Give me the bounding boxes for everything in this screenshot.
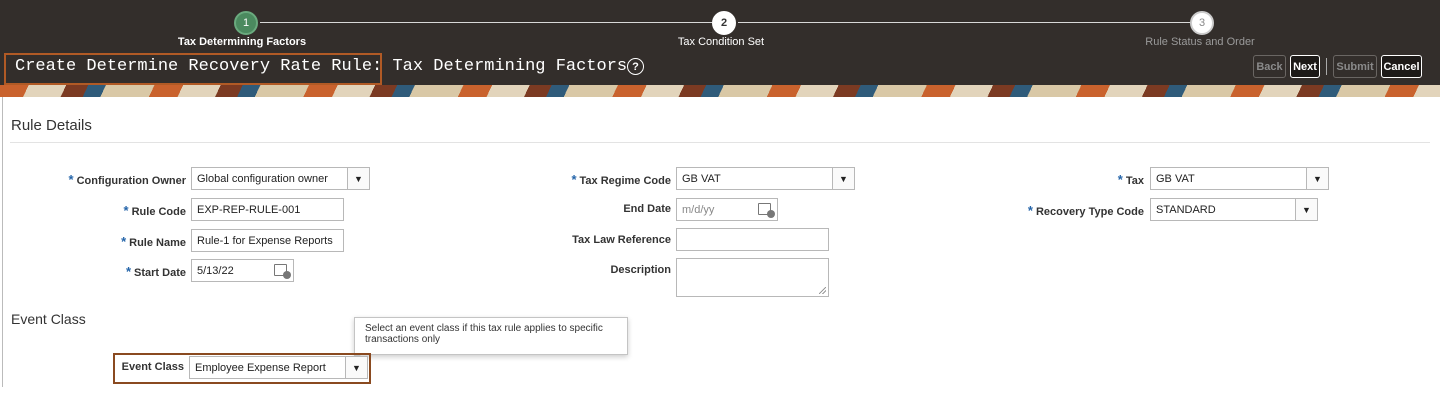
dropdown-arrow-icon[interactable]: ▼ <box>1295 199 1317 220</box>
configuration-owner-select[interactable]: Global configuration owner ▼ <box>191 167 370 190</box>
event-class-heading: Event Class <box>11 311 86 327</box>
page-title: Create Determine Recovery Rate Rule: Tax… <box>15 57 628 76</box>
section-divider <box>10 142 1430 143</box>
dropdown-arrow-icon[interactable]: ▼ <box>1306 168 1328 189</box>
rule-name-label: * Rule Name <box>121 234 186 249</box>
cancel-button[interactable]: Cancel <box>1381 55 1422 78</box>
recovery-type-code-select[interactable]: STANDARD ▼ <box>1150 198 1318 221</box>
train-step-3-label: Rule Status and Order <box>1145 36 1255 48</box>
description-textarea[interactable] <box>676 258 829 297</box>
decorative-banner <box>0 85 1440 97</box>
left-border <box>2 97 3 387</box>
tax-law-reference-input[interactable] <box>676 228 829 251</box>
rule-code-input[interactable]: EXP-REP-RULE-001 <box>191 198 344 221</box>
train-step-2-label: Tax Condition Set <box>677 36 765 48</box>
train-step-2[interactable]: 2 <box>712 11 736 35</box>
dropdown-arrow-icon[interactable]: ▼ <box>347 168 369 189</box>
start-date-label: * Start Date <box>125 264 186 279</box>
configuration-owner-label: * Configuration Owner <box>68 172 186 187</box>
tax-regime-code-label: * Tax Regime Code <box>571 172 671 187</box>
end-date-label: End Date <box>623 203 671 215</box>
recovery-type-code-label: * Recovery Type Code <box>1027 203 1144 218</box>
event-class-select[interactable]: Employee Expense Report ▼ <box>189 356 368 379</box>
tax-regime-code-select[interactable]: GB VAT ▼ <box>676 167 855 190</box>
tax-select[interactable]: GB VAT ▼ <box>1150 167 1329 190</box>
calendar-icon[interactable] <box>274 264 291 279</box>
event-class-tooltip: Select an event class if this tax rule a… <box>354 317 628 362</box>
train-connector <box>738 22 1190 23</box>
description-label: Description <box>610 264 671 276</box>
start-date-input[interactable]: 5/13/22 <box>191 259 294 282</box>
end-date-input[interactable]: m/d/yy <box>676 198 778 221</box>
next-button[interactable]: Next <box>1290 55 1320 78</box>
tax-law-reference-label: Tax Law Reference <box>572 234 671 246</box>
train-step-3: 3 <box>1190 11 1214 35</box>
button-separator <box>1326 58 1327 75</box>
train-step-1-label: Tax Determining Factors <box>177 36 307 48</box>
dropdown-arrow-icon[interactable]: ▼ <box>345 357 367 378</box>
tax-label: * Tax <box>1117 172 1144 187</box>
help-icon[interactable]: ? <box>627 58 644 75</box>
rule-code-label: * Rule Code <box>123 203 186 218</box>
rule-details-heading: Rule Details <box>11 117 92 134</box>
submit-button[interactable]: Submit <box>1333 55 1377 78</box>
resize-handle[interactable] <box>819 287 826 294</box>
event-class-label: Event Class <box>121 361 184 373</box>
train-connector <box>260 22 712 23</box>
dropdown-arrow-icon[interactable]: ▼ <box>832 168 854 189</box>
train-step-1[interactable]: 1 <box>234 11 258 35</box>
calendar-icon[interactable] <box>758 203 775 218</box>
back-button[interactable]: Back <box>1253 55 1286 78</box>
rule-name-input[interactable]: Rule-1 for Expense Reports <box>191 229 344 252</box>
